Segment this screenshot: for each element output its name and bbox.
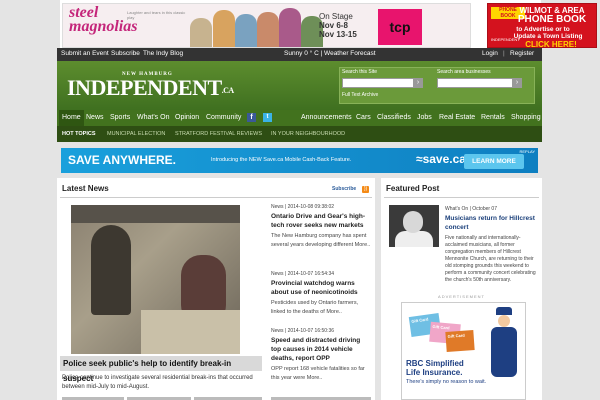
featured-post-panel: Featured Post What's On | October 07 Mus… (381, 178, 542, 400)
full-text-archive-link[interactable]: Full Text Archive (342, 92, 378, 98)
nav-jobs[interactable]: Jobs (414, 110, 435, 126)
learn-more-button[interactable]: LEARN MORE (464, 154, 524, 169)
news-item-headline[interactable]: Provincial watchdog warns about use of n… (271, 279, 371, 297)
featured-headline[interactable]: Musicians return for Hillcrest concert (445, 214, 537, 232)
advertisement-label: ADVERTISEMENT (438, 294, 485, 299)
hot-topic-neighbourhood[interactable]: IN YOUR NEIGHBOURHOOD (271, 126, 345, 142)
nav-whats-on[interactable]: What's On (134, 110, 172, 126)
news-item-meta: News | 2014-10-07 16:50:36 (271, 328, 335, 334)
news-item-headline[interactable]: Speed and distracted driving top causes … (271, 336, 371, 363)
divider (60, 197, 372, 198)
mascot-figure (488, 307, 520, 397)
save-ca-banner-ad[interactable]: SAVE ANYWHERE. Introducing the NEW Save.… (61, 148, 538, 173)
hot-topic-municipal-election[interactable]: MUNICIPAL ELECTION (107, 126, 165, 142)
phone-book-ad[interactable]: PHONE BOOK WILMOT & AREA PHONE BOOK to A… (487, 3, 597, 48)
featured-photo[interactable] (389, 205, 439, 247)
hot-topics-bar: HOT TOPICS MUNICIPAL ELECTION STRATFORD … (57, 126, 542, 142)
lead-story-teaser: Police continue to investigate several r… (62, 375, 253, 390)
publisher-label: INDEPENDENT (491, 37, 520, 42)
featured-category: What's On | October 07 (445, 206, 497, 212)
twitter-icon[interactable]: t (263, 113, 272, 122)
submit-event-link[interactable]: Submit an Event (61, 50, 109, 57)
nav-real-estate[interactable]: Real Estate (436, 110, 478, 126)
nav-rentals[interactable]: Rentals (478, 110, 508, 126)
gift-card-graphic: Gift Card (445, 330, 475, 352)
nav-community[interactable]: Community (203, 110, 244, 126)
register-link[interactable]: Register (510, 50, 534, 57)
news-item-summary: The New Hamburg company has spent severa… (271, 233, 371, 248)
steel-magnolias-ad[interactable]: steel magnolias Laughter and tears in th… (62, 3, 471, 48)
subscribe-link[interactable]: Subscribe (111, 50, 140, 57)
ad-dates: On Stage Nov 6-8 Nov 13-15 (319, 12, 357, 39)
rbc-insurance-ad[interactable]: Gift Card Gift Card Gift Card RBC Simpli… (401, 302, 526, 400)
nav-home[interactable]: Home (59, 110, 84, 126)
search-site-input[interactable] (342, 78, 422, 88)
news-subscribe-link[interactable]: Subscribe (332, 186, 356, 192)
site-logo[interactable]: INDEPENDENT.CA (67, 75, 234, 101)
divider (384, 197, 539, 198)
news-item-summary: Pesticides used by Ontario farmers, link… (271, 300, 359, 315)
facebook-icon[interactable]: f (247, 113, 256, 122)
nav-announcements[interactable]: Announcements (298, 110, 355, 126)
news-item: News | 2014-10-08 09:38:02 Ontario Drive… (271, 204, 371, 250)
login-link[interactable]: Login (482, 50, 498, 57)
news-item: News | 2014-10-07 16:54:34 Provincial wa… (271, 271, 371, 317)
replay-button[interactable]: REPLAY (520, 149, 536, 154)
tcp-logo: tcp (378, 9, 422, 45)
featured-post-title: Featured Post (386, 184, 440, 193)
top-ad-strip: steel magnolias Laughter and tears in th… (60, 0, 597, 49)
featured-summary: Five nationally and internationally-accl… (445, 235, 536, 283)
search-panel: Search this Site › Search area businesse… (339, 67, 535, 104)
news-item: News | 2014-10-07 16:50:36 Speed and dis… (271, 328, 371, 383)
banner-headline: SAVE ANYWHERE. (68, 153, 177, 167)
hot-topics-label: HOT TOPICS (62, 131, 96, 137)
nav-classifieds[interactable]: Classifieds (374, 110, 414, 126)
search-site-label: Search this Site (342, 69, 378, 75)
nav-opinion[interactable]: Opinion (172, 110, 202, 126)
rss-icon[interactable]: )) (362, 186, 369, 193)
search-business-button[interactable]: › (512, 78, 522, 88)
news-item-headline[interactable]: Ontario Drive and Gear's high-tech rover… (271, 212, 371, 230)
ad-subline: There's simply no reason to wait. (406, 379, 487, 385)
news-item-meta: News | 2014-10-08 09:38:02 (271, 204, 335, 210)
search-business-input[interactable] (437, 78, 521, 88)
lead-story-headline[interactable]: Police seek public's help to identify br… (60, 356, 262, 383)
indy-blog-link[interactable]: The Indy Blog (143, 50, 183, 57)
ad-slogan: RBC Simplified Life Insurance. (406, 359, 464, 377)
lead-story-photo[interactable] (71, 205, 240, 354)
nav-shopping[interactable]: Shopping (508, 110, 544, 126)
save-ca-logo: ≈save.ca (416, 152, 466, 166)
site-header: NEW HAMBURG INDEPENDENT.CA Search this S… (57, 61, 542, 110)
nav-news[interactable]: News (83, 110, 107, 126)
banner-intro: Introducing the NEW Save.ca Mobile Cash-… (211, 157, 352, 163)
latest-news-title: Latest News (62, 184, 109, 193)
latest-news-panel: Latest News Subscribe )) Police seek pub… (57, 178, 375, 400)
search-business-label: Search area businesses (437, 69, 491, 75)
search-site-button[interactable]: › (413, 78, 423, 88)
main-nav: Home News Sports What's On Opinion Commu… (57, 110, 542, 126)
news-item-summary: OPP report 168 vehicle fatalities so far… (271, 366, 365, 381)
weather-link[interactable]: Sunny 0 ° C | Weather Forecast (284, 50, 376, 57)
utility-bar: Submit an Event Subscribe The Indy Blog … (57, 48, 542, 61)
news-item-meta: News | 2014-10-07 16:54:34 (271, 271, 335, 277)
separator: | (503, 50, 505, 57)
nav-sports[interactable]: Sports (107, 110, 133, 126)
hot-topic-stratford-festival[interactable]: STRATFORD FESTIVAL REVIEWS (175, 126, 262, 142)
nav-cars[interactable]: Cars (353, 110, 374, 126)
